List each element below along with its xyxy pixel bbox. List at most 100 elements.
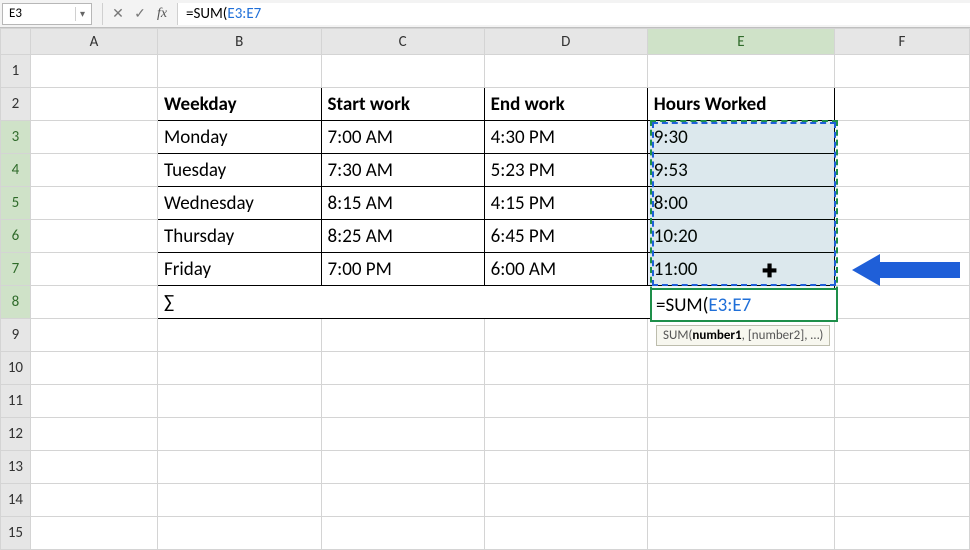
select-all-corner[interactable] xyxy=(1,29,31,55)
col-header-E[interactable]: E xyxy=(647,29,834,55)
cell-B15[interactable] xyxy=(158,517,322,550)
row-header-8[interactable]: 8 xyxy=(1,286,31,319)
cell-A3[interactable] xyxy=(30,121,157,154)
cell-B10[interactable] xyxy=(158,352,322,385)
cell-B7[interactable]: Friday xyxy=(158,253,322,286)
cell-E12[interactable] xyxy=(647,418,834,451)
cell-C12[interactable] xyxy=(321,418,484,451)
cancel-icon[interactable]: ✕ xyxy=(107,3,129,25)
name-box[interactable]: E3 ▾ xyxy=(2,3,92,25)
cell-B6[interactable]: Thursday xyxy=(158,220,322,253)
cell-A12[interactable] xyxy=(30,418,157,451)
cell-F15[interactable] xyxy=(834,517,969,550)
cell-C11[interactable] xyxy=(321,385,484,418)
cell-D11[interactable] xyxy=(484,385,647,418)
cell-D6[interactable]: 6:45 PM xyxy=(484,220,647,253)
col-header-A[interactable]: A xyxy=(30,29,157,55)
cell-D4[interactable]: 5:23 PM xyxy=(484,154,647,187)
col-header-B[interactable]: B xyxy=(158,29,322,55)
cell-C4[interactable]: 7:30 AM xyxy=(321,154,484,187)
cell-C8[interactable] xyxy=(321,286,484,319)
row-header-7[interactable]: 7 xyxy=(1,253,31,286)
cell-C15[interactable] xyxy=(321,517,484,550)
cell-C7[interactable]: 7:00 PM xyxy=(321,253,484,286)
row-header-9[interactable]: 9 xyxy=(1,319,31,352)
cell-D2[interactable]: End work xyxy=(484,88,647,121)
col-header-C[interactable]: C xyxy=(321,29,484,55)
cell-D5[interactable]: 4:15 PM xyxy=(484,187,647,220)
cell-A14[interactable] xyxy=(30,484,157,517)
row-header-1[interactable]: 1 xyxy=(1,55,31,88)
cell-C14[interactable] xyxy=(321,484,484,517)
cell-E15[interactable] xyxy=(647,517,834,550)
cell-A1[interactable] xyxy=(30,55,157,88)
cell-F12[interactable] xyxy=(834,418,969,451)
cell-E3[interactable]: 9:30 xyxy=(647,121,834,154)
cell-B14[interactable] xyxy=(158,484,322,517)
cell-D10[interactable] xyxy=(484,352,647,385)
enter-icon[interactable]: ✓ xyxy=(129,3,151,25)
formula-input[interactable]: =SUM(E3:E7 xyxy=(177,3,970,25)
cell-F3[interactable] xyxy=(834,121,969,154)
cell-C5[interactable]: 8:15 AM xyxy=(321,187,484,220)
cell-D7[interactable]: 6:00 AM xyxy=(484,253,647,286)
row-header-2[interactable]: 2 xyxy=(1,88,31,121)
cell-E1[interactable] xyxy=(647,55,834,88)
cell-B12[interactable] xyxy=(158,418,322,451)
cell-D14[interactable] xyxy=(484,484,647,517)
cell-F11[interactable] xyxy=(834,385,969,418)
col-header-F[interactable]: F xyxy=(834,29,969,55)
cell-B13[interactable] xyxy=(158,451,322,484)
cell-E2[interactable]: Hours Worked xyxy=(647,88,834,121)
cell-B5[interactable]: Wednesday xyxy=(158,187,322,220)
cell-F14[interactable] xyxy=(834,484,969,517)
cell-C1[interactable] xyxy=(321,55,484,88)
cell-B2[interactable]: Weekday xyxy=(158,88,322,121)
cell-F10[interactable] xyxy=(834,352,969,385)
cell-A6[interactable] xyxy=(30,220,157,253)
cell-B1[interactable] xyxy=(158,55,322,88)
row-header-4[interactable]: 4 xyxy=(1,154,31,187)
cell-F9[interactable] xyxy=(834,319,969,352)
cell-E14[interactable] xyxy=(647,484,834,517)
row-header-14[interactable]: 14 xyxy=(1,484,31,517)
cell-C3[interactable]: 7:00 AM xyxy=(321,121,484,154)
cell-A8[interactable] xyxy=(30,286,157,319)
col-header-D[interactable]: D xyxy=(484,29,647,55)
cell-A7[interactable] xyxy=(30,253,157,286)
row-header-10[interactable]: 10 xyxy=(1,352,31,385)
cell-F1[interactable] xyxy=(834,55,969,88)
cell-B8[interactable]: ∑ xyxy=(158,286,322,319)
cell-A10[interactable] xyxy=(30,352,157,385)
row-header-6[interactable]: 6 xyxy=(1,220,31,253)
cell-D9[interactable] xyxy=(484,319,647,352)
row-header-12[interactable]: 12 xyxy=(1,418,31,451)
cell-A15[interactable] xyxy=(30,517,157,550)
cell-E11[interactable] xyxy=(647,385,834,418)
cell-E6[interactable]: 10:20 xyxy=(647,220,834,253)
cell-D1[interactable] xyxy=(484,55,647,88)
cell-B4[interactable]: Tuesday xyxy=(158,154,322,187)
row-header-15[interactable]: 15 xyxy=(1,517,31,550)
cell-E5[interactable]: 8:00 xyxy=(647,187,834,220)
row-header-5[interactable]: 5 xyxy=(1,187,31,220)
row-header-3[interactable]: 3 xyxy=(1,121,31,154)
cell-C13[interactable] xyxy=(321,451,484,484)
cell-D15[interactable] xyxy=(484,517,647,550)
cell-C6[interactable]: 8:25 AM xyxy=(321,220,484,253)
cell-E8[interactable] xyxy=(647,286,834,319)
cell-B3[interactable]: Monday xyxy=(158,121,322,154)
cell-A13[interactable] xyxy=(30,451,157,484)
cell-F4[interactable] xyxy=(834,154,969,187)
cell-E7[interactable]: 11:00 xyxy=(647,253,834,286)
cell-F2[interactable] xyxy=(834,88,969,121)
cell-E13[interactable] xyxy=(647,451,834,484)
cell-F6[interactable] xyxy=(834,220,969,253)
cell-C9[interactable] xyxy=(321,319,484,352)
row-header-13[interactable]: 13 xyxy=(1,451,31,484)
cell-D8[interactable] xyxy=(484,286,647,319)
cell-A9[interactable] xyxy=(30,319,157,352)
fx-icon[interactable]: fx xyxy=(151,3,173,25)
cell-E4[interactable]: 9:53 xyxy=(647,154,834,187)
cell-F8[interactable] xyxy=(834,286,969,319)
